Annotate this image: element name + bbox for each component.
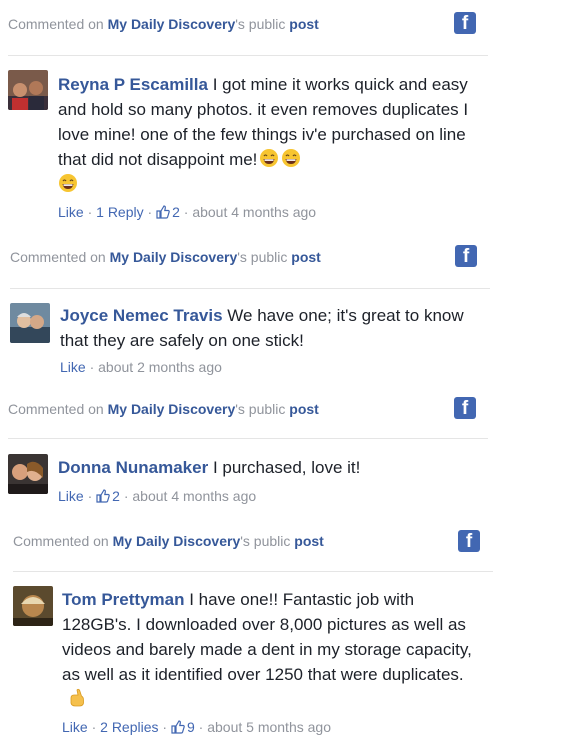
avatar[interactable] xyxy=(13,586,53,626)
comment-actions: Like · about 2 months ago xyxy=(60,358,222,376)
context-suffix: 's public xyxy=(235,16,290,32)
post-link[interactable]: post xyxy=(289,401,319,417)
like-count[interactable]: 2 xyxy=(172,204,180,220)
context-prefix: Commented on xyxy=(8,16,108,32)
comment-actions: Like · 2 Replies · 9 · about 5 months ag… xyxy=(62,718,331,736)
like-link[interactable]: Like xyxy=(58,488,84,504)
grinning-face-emoji xyxy=(282,149,301,167)
grinning-face-emoji xyxy=(260,149,279,167)
comment-actions: Like · 1 Reply · 2 · about 4 months ago xyxy=(58,203,316,221)
author-name[interactable]: Donna Nunamaker xyxy=(58,458,208,477)
pointing-hand-emoji xyxy=(70,688,84,707)
comment-context: Commented on My Daily Discovery's public… xyxy=(8,397,319,421)
grinning-face-emoji xyxy=(59,174,77,192)
separator: · xyxy=(179,204,193,220)
facebook-icon[interactable]: f xyxy=(454,397,476,419)
timestamp[interactable]: about 5 months ago xyxy=(207,719,331,735)
comment-context: Commented on My Daily Discovery's public… xyxy=(13,529,324,553)
separator: · xyxy=(83,488,97,504)
like-link[interactable]: Like xyxy=(60,359,86,375)
avatar[interactable] xyxy=(8,70,48,110)
separator: · xyxy=(119,488,133,504)
comment-body: Donna Nunamaker I purchased, love it! xyxy=(58,455,473,480)
divider xyxy=(8,55,488,56)
author-name[interactable]: Joyce Nemec Travis xyxy=(60,306,223,325)
comment-block: Commented on My Daily Discovery's public… xyxy=(13,529,493,750)
timestamp[interactable]: about 4 months ago xyxy=(132,488,256,504)
context-prefix: Commented on xyxy=(13,533,113,549)
thumbs-up-icon xyxy=(156,205,170,219)
separator: · xyxy=(194,719,208,735)
context-prefix: Commented on xyxy=(10,249,110,265)
facebook-icon[interactable]: f xyxy=(454,12,476,34)
page-link[interactable]: My Daily Discovery xyxy=(108,401,236,417)
author-name[interactable]: Reyna P Escamilla xyxy=(58,75,208,94)
comment-body: Reyna P Escamilla I got mine it works qu… xyxy=(58,72,473,197)
comment-body: Tom Prettyman I have one!! Fantastic job… xyxy=(62,587,482,712)
separator: · xyxy=(158,719,171,735)
separator: · xyxy=(83,204,97,220)
like-count[interactable]: 9 xyxy=(187,719,195,735)
separator: · xyxy=(87,719,101,735)
comment-text: I purchased, love it! xyxy=(212,458,361,477)
post-link[interactable]: post xyxy=(289,16,319,32)
avatar[interactable] xyxy=(8,454,48,494)
author-name[interactable]: Tom Prettyman xyxy=(62,590,185,609)
reply-link[interactable]: 1 Reply xyxy=(96,204,143,220)
timestamp[interactable]: about 2 months ago xyxy=(98,359,222,375)
context-prefix: Commented on xyxy=(8,401,108,417)
timestamp[interactable]: about 4 months ago xyxy=(192,204,316,220)
context-suffix: 's public xyxy=(235,401,290,417)
like-link[interactable]: Like xyxy=(58,204,84,220)
comment-actions: Like · 2 · about 4 months ago xyxy=(58,487,256,505)
divider xyxy=(10,288,490,289)
context-suffix: 's public xyxy=(237,249,292,265)
page-link[interactable]: My Daily Discovery xyxy=(113,533,241,549)
thumbs-up-icon xyxy=(171,720,185,734)
divider xyxy=(13,571,493,572)
like-link[interactable]: Like xyxy=(62,719,88,735)
divider xyxy=(8,438,488,439)
post-link[interactable]: post xyxy=(291,249,321,265)
comment-context: Commented on My Daily Discovery's public… xyxy=(10,245,321,269)
facebook-icon[interactable]: f xyxy=(455,245,477,267)
avatar[interactable] xyxy=(10,303,50,343)
like-count[interactable]: 2 xyxy=(112,488,120,504)
thumbs-up-icon xyxy=(96,489,110,503)
context-suffix: 's public xyxy=(240,533,295,549)
separator: · xyxy=(143,204,157,220)
comment-context: Commented on My Daily Discovery's public… xyxy=(8,12,319,36)
comment-block: Commented on My Daily Discovery's public… xyxy=(10,245,490,385)
page-link[interactable]: My Daily Discovery xyxy=(110,249,238,265)
comment-body: Joyce Nemec Travis We have one; it's gre… xyxy=(60,303,475,353)
comment-block: Commented on My Daily Discovery's public… xyxy=(8,12,488,232)
comment-block: Commented on My Daily Discovery's public… xyxy=(8,397,488,517)
facebook-icon[interactable]: f xyxy=(458,530,480,552)
page-link[interactable]: My Daily Discovery xyxy=(108,16,236,32)
post-link[interactable]: post xyxy=(294,533,324,549)
reply-link[interactable]: 2 Replies xyxy=(100,719,158,735)
separator: · xyxy=(85,359,99,375)
